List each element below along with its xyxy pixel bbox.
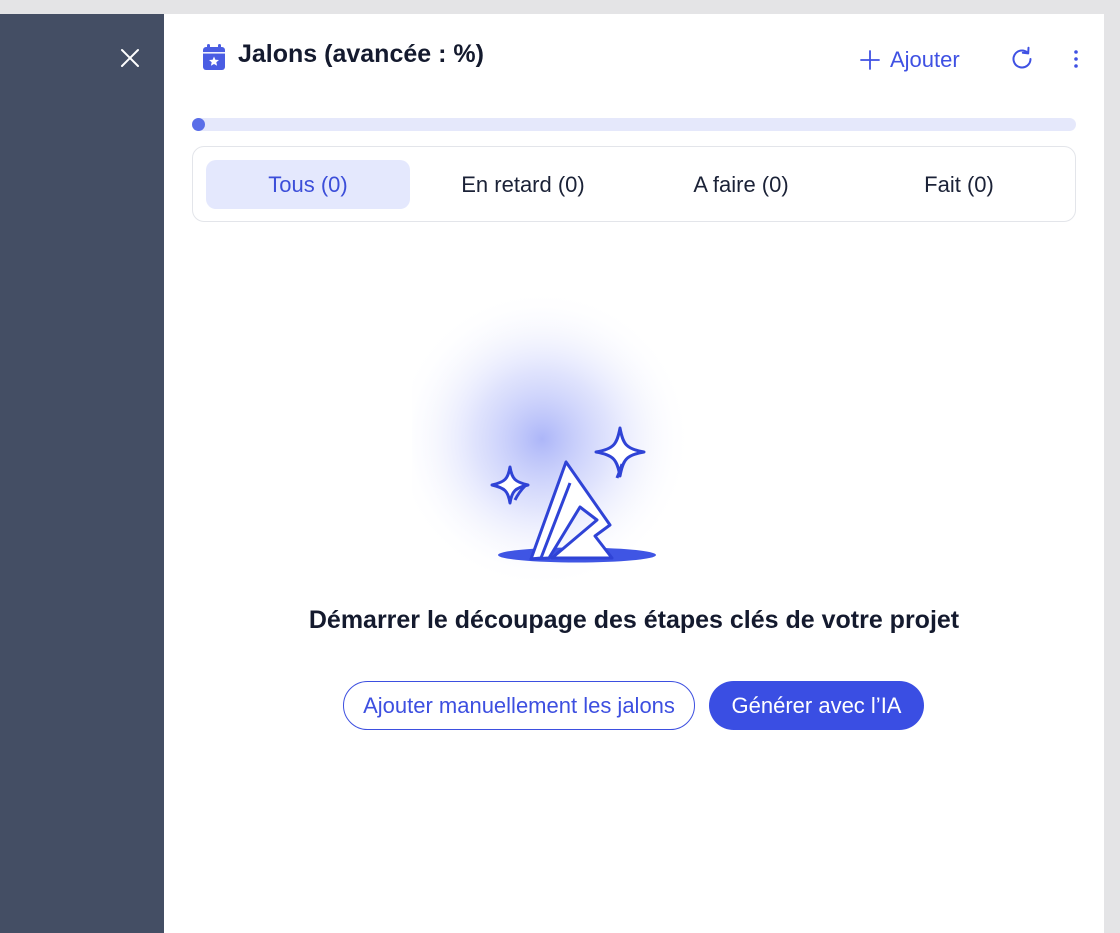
add-milestone-button[interactable]: Ajouter (860, 44, 960, 76)
plus-icon (860, 50, 880, 70)
status-tabs: Tous (0) En retard (0) A faire (0) Fait … (192, 146, 1076, 222)
refresh-button[interactable] (1008, 45, 1036, 73)
tab-todo[interactable]: A faire (0) (639, 160, 843, 209)
add-manually-button[interactable]: Ajouter manuellement les jalons (343, 681, 695, 730)
empty-state-title: Démarrer le découpage des étapes clés de… (308, 606, 960, 634)
milestones-panel: Jalons (avancée : %) Ajouter Tous (0) En… (164, 14, 1104, 933)
side-overlay (0, 14, 164, 933)
generate-ai-button[interactable]: Générer avec l’IA (709, 681, 924, 730)
progress-indicator (192, 118, 205, 131)
close-icon (121, 49, 139, 67)
progress-bar (192, 118, 1076, 131)
calendar-star-icon (202, 43, 226, 71)
tab-done[interactable]: Fait (0) (857, 160, 1061, 209)
kebab-menu-icon (1074, 50, 1078, 68)
tab-all[interactable]: Tous (0) (206, 160, 410, 209)
tab-late[interactable]: En retard (0) (421, 160, 625, 209)
close-button[interactable] (116, 44, 144, 72)
more-options-button[interactable] (1066, 45, 1086, 73)
empty-state-illustration (412, 289, 692, 589)
refresh-icon (1012, 46, 1032, 69)
add-milestone-label: Ajouter (890, 47, 960, 72)
scroll-gutter (1104, 14, 1120, 933)
page-title: Jalons (avancée : %) (238, 40, 484, 68)
